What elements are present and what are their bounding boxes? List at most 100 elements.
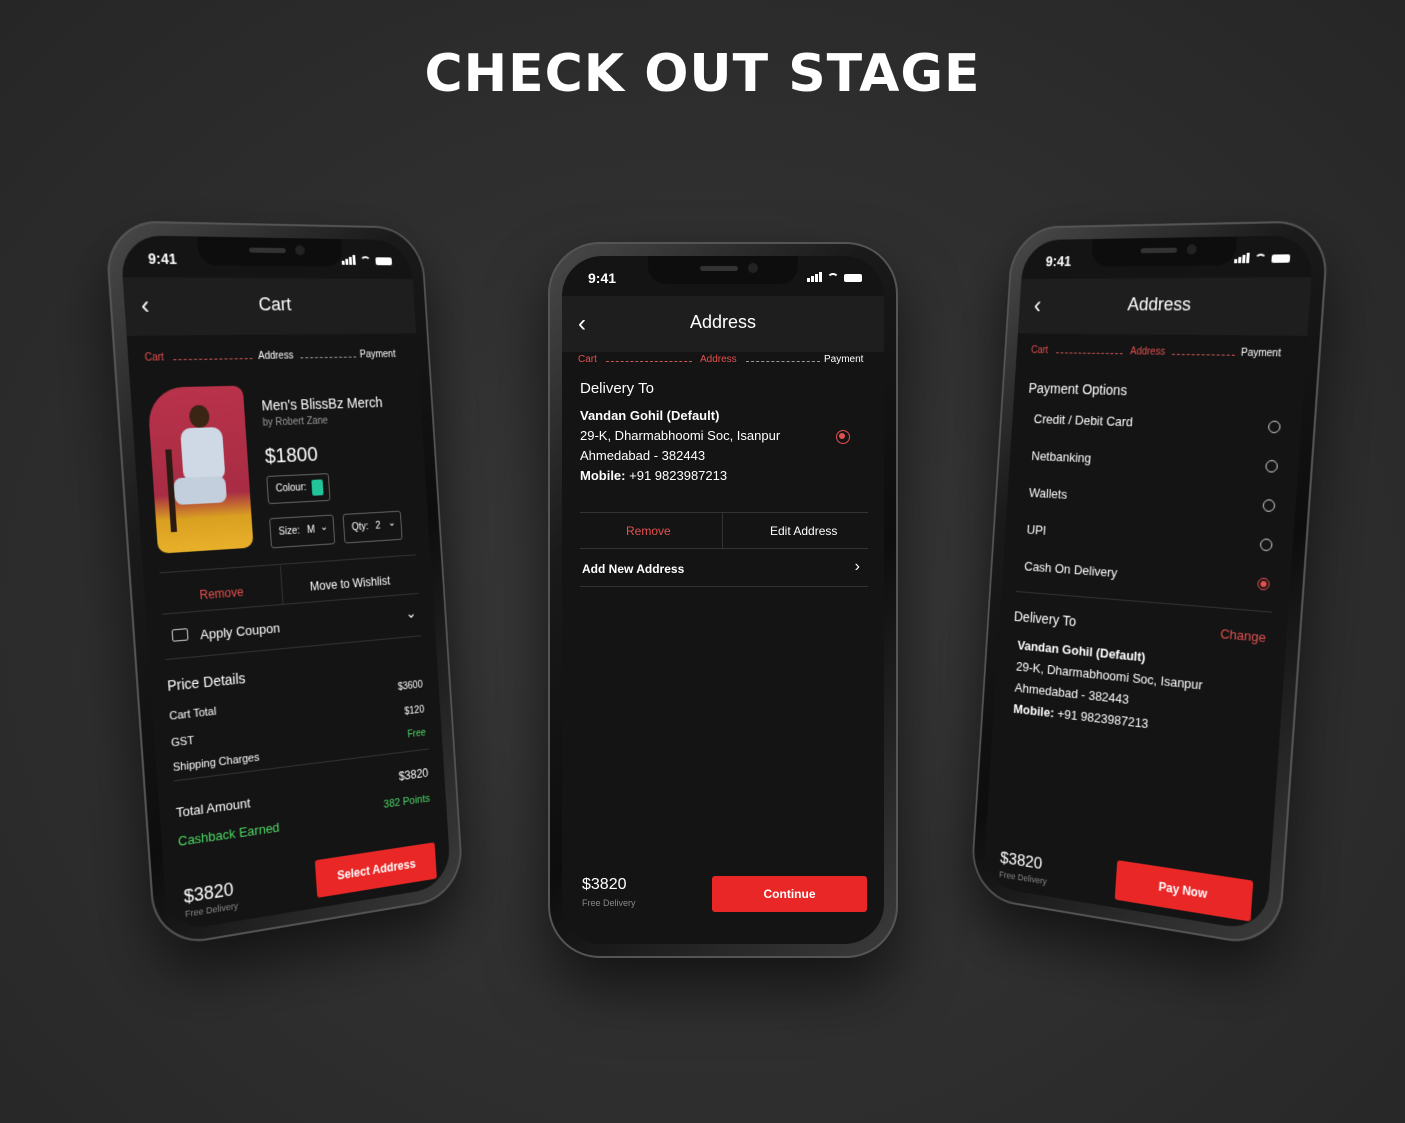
qty-select[interactable]: Qty: 2 ⌄ bbox=[342, 510, 403, 544]
payment-screen: 9:41 ‹ Address Cart Address Payment Paym… bbox=[982, 235, 1315, 933]
payment-option-label: Credit / Debit Card bbox=[1033, 411, 1134, 430]
address-radio[interactable] bbox=[836, 430, 850, 444]
step-address: Address bbox=[1129, 346, 1166, 358]
size-label: Size: bbox=[278, 525, 301, 538]
continue-button[interactable]: Continue bbox=[712, 876, 867, 912]
address-line1: 29-K, Dharmabhoomi Soc, Isanpur bbox=[580, 428, 781, 443]
page-title: Address bbox=[689, 312, 757, 332]
step-cart: Cart bbox=[578, 354, 597, 365]
checkout-stepper: Cart Address Payment bbox=[578, 354, 872, 374]
mobile-number: +91 9823987213 bbox=[629, 468, 728, 483]
step-cart: Cart bbox=[144, 352, 165, 364]
payment-radio[interactable] bbox=[1259, 538, 1273, 552]
colour-chip[interactable]: Colour: bbox=[266, 473, 331, 505]
payment-radio[interactable] bbox=[1257, 577, 1271, 591]
payment-option[interactable]: UPI bbox=[1026, 518, 1273, 558]
step-address: Address bbox=[257, 350, 294, 363]
price-row-value: $120 bbox=[404, 704, 425, 718]
wifi-icon bbox=[359, 256, 372, 266]
status-bar: 9:41 bbox=[148, 250, 393, 271]
payment-radio[interactable] bbox=[1265, 459, 1279, 473]
signal-icon bbox=[341, 255, 356, 265]
mobile-number: +91 9823987213 bbox=[1056, 706, 1149, 732]
chevron-down-icon: ⌄ bbox=[387, 517, 396, 529]
edit-address-button[interactable]: Edit Address bbox=[770, 524, 837, 538]
chevron-down-icon: ⌄ bbox=[405, 604, 417, 622]
qty-value: 2 bbox=[375, 520, 381, 532]
colour-label: Colour: bbox=[275, 482, 307, 495]
price-details-title: Price Details bbox=[166, 669, 246, 695]
address-name: Vandan Gohil (Default) bbox=[580, 408, 720, 423]
battery-icon bbox=[1271, 254, 1291, 263]
coupon-icon bbox=[171, 628, 189, 642]
payment-option-label: UPI bbox=[1026, 521, 1047, 538]
price-row-value: Free bbox=[407, 727, 427, 741]
footer-delivery: Free Delivery bbox=[582, 898, 636, 908]
cart-screen: 9:41 ‹ Cart Cart Address Payment Men's B… bbox=[119, 235, 452, 933]
phone-payment: 9:41 ‹ Address Cart Address Payment Paym… bbox=[969, 220, 1330, 950]
wifi-icon bbox=[1254, 253, 1267, 264]
phone-address: 9:41 ‹ Address Cart Address Payment Deli… bbox=[548, 242, 898, 958]
add-new-address-row[interactable]: Add New Address › bbox=[580, 550, 868, 586]
status-bar: 9:41 bbox=[588, 270, 862, 288]
payment-radio[interactable] bbox=[1262, 499, 1276, 513]
phone-cart: 9:41 ‹ Cart Cart Address Payment Men's B… bbox=[104, 220, 465, 950]
status-time: 9:41 bbox=[147, 250, 178, 268]
payment-header: ‹ Address bbox=[1017, 277, 1312, 336]
footer-price: $3820 bbox=[582, 876, 627, 893]
product-price: $1800 bbox=[264, 443, 319, 468]
checkout-stepper: Cart Address Payment bbox=[1030, 345, 1294, 369]
cart-header: ‹ Cart bbox=[122, 277, 417, 336]
price-row-label: GST bbox=[170, 734, 195, 750]
payment-option[interactable]: Wallets bbox=[1028, 481, 1276, 518]
payment-option[interactable]: Cash On Delivery bbox=[1024, 555, 1271, 597]
delivery-to-title: Delivery To bbox=[580, 380, 654, 397]
delivery-to-title: Delivery To bbox=[1013, 608, 1077, 630]
payment-option-label: Cash On Delivery bbox=[1023, 558, 1118, 581]
payment-option-label: Netbanking bbox=[1030, 448, 1092, 466]
select-address-button[interactable]: Select Address bbox=[314, 842, 437, 898]
address-screen: 9:41 ‹ Address Cart Address Payment Deli… bbox=[562, 256, 884, 944]
status-bar: 9:41 bbox=[1045, 250, 1291, 271]
qty-label: Qty: bbox=[351, 521, 369, 534]
step-payment: Payment bbox=[824, 354, 864, 365]
payment-option[interactable]: Netbanking bbox=[1031, 444, 1279, 479]
cashback-value: 382 Points bbox=[383, 792, 431, 811]
page-title: Cart bbox=[257, 294, 292, 315]
add-new-address-label: Add New Address bbox=[582, 562, 685, 576]
remove-button[interactable]: Remove bbox=[199, 585, 244, 603]
page-title: Address bbox=[1126, 294, 1192, 315]
chevron-right-icon: › bbox=[854, 558, 860, 575]
size-value: M bbox=[306, 524, 316, 536]
wifi-icon bbox=[827, 273, 839, 282]
move-to-wishlist-button[interactable]: Move to Wishlist bbox=[309, 574, 390, 594]
address-line2: Ahmedabad - 382443 bbox=[580, 448, 706, 463]
signal-icon bbox=[807, 272, 822, 282]
step-payment: Payment bbox=[1240, 347, 1282, 360]
colour-swatch bbox=[311, 479, 324, 496]
chevron-down-icon: ⌄ bbox=[319, 521, 329, 534]
pay-now-button[interactable]: Pay Now bbox=[1114, 860, 1254, 922]
size-select[interactable]: Size: M ⌄ bbox=[269, 514, 336, 549]
price-row-label: Cart Total bbox=[168, 705, 217, 723]
mobile-label: Mobile: bbox=[580, 468, 626, 483]
payment-options-title: Payment Options bbox=[1028, 380, 1128, 399]
remove-address-button[interactable]: Remove bbox=[626, 524, 671, 538]
change-address-link[interactable]: Change bbox=[1220, 626, 1267, 645]
price-row-value: $3600 bbox=[397, 679, 423, 693]
page-headline: CHECK OUT STAGE bbox=[424, 44, 981, 104]
payment-radio[interactable] bbox=[1267, 420, 1281, 434]
product-brand: by Robert Zane bbox=[262, 415, 329, 429]
payment-option[interactable]: Credit / Debit Card bbox=[1033, 408, 1281, 440]
total-amount-value: $3820 bbox=[398, 765, 429, 784]
step-cart: Cart bbox=[1030, 345, 1049, 357]
status-time: 9:41 bbox=[588, 270, 617, 286]
address-header: ‹ Address bbox=[562, 296, 884, 352]
step-address: Address bbox=[700, 354, 737, 365]
cashback-label: Cashback Earned bbox=[177, 819, 280, 850]
apply-coupon-label: Apply Coupon bbox=[199, 620, 281, 643]
status-time: 9:41 bbox=[1045, 253, 1072, 270]
payment-option-label: Wallets bbox=[1028, 485, 1068, 502]
step-payment: Payment bbox=[359, 349, 396, 361]
total-amount-label: Total Amount bbox=[175, 795, 251, 821]
